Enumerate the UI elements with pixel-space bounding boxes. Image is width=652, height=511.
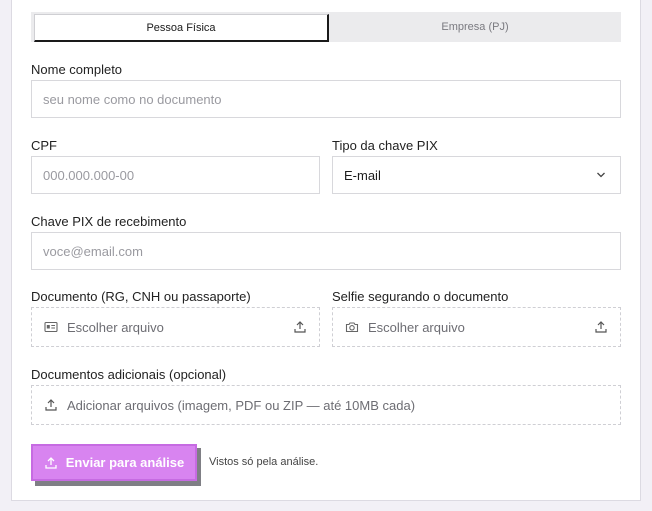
tab-pessoa-fisica[interactable]: Pessoa Física [34, 14, 329, 42]
document-label: Documento (RG, CNH ou passaporte) [31, 289, 251, 304]
camera-icon [345, 320, 359, 334]
pix-key-input[interactable]: voce@email.com [31, 232, 621, 270]
extra-docs-file-picker[interactable]: Adicionar arquivos (imagem, PDF ou ZIP —… [31, 385, 621, 425]
cpf-label: CPF [31, 138, 57, 153]
pix-key-label: Chave PIX de recebimento [31, 214, 187, 229]
selfie-file-button-label: Escolher arquivo [368, 319, 465, 335]
person-type-tabs: Pessoa Física Empresa (PJ) [31, 12, 621, 42]
document-file-picker[interactable]: Escolher arquivo [31, 307, 320, 347]
full-name-label: Nome completo [31, 62, 123, 77]
upload-icon [44, 398, 58, 412]
full-name-input[interactable]: seu nome como no documento [31, 80, 621, 118]
chevron-down-icon [597, 172, 605, 178]
upload-icon [294, 321, 306, 333]
tab-empresa-pj[interactable]: Empresa (PJ) [329, 12, 621, 42]
extra-docs-label: Documentos adicionais (opcional) [31, 367, 227, 382]
cpf-input[interactable]: 000.000.000-00 [31, 156, 320, 194]
pix-type-select[interactable]: E-mail [332, 156, 621, 194]
pix-type-label: Tipo da chave PIX [332, 138, 438, 153]
id-card-icon [44, 320, 58, 334]
pix-type-value: E-mail [344, 167, 381, 183]
selfie-label: Selfie segurando o documento [332, 289, 509, 304]
document-file-button-label: Escolher arquivo [67, 319, 164, 335]
privacy-note: Vistos só pela análise. [209, 456, 319, 468]
submit-button-label: Enviar para análise [65, 455, 185, 470]
selfie-file-picker[interactable]: Escolher arquivo [332, 307, 621, 347]
upload-icon [595, 321, 607, 333]
upload-icon [44, 456, 58, 470]
extra-docs-button-label: Adicionar arquivos (imagem, PDF ou ZIP —… [67, 397, 416, 413]
submit-area: Enviar para análise [31, 444, 201, 486]
submit-button[interactable]: Enviar para análise [31, 444, 197, 481]
